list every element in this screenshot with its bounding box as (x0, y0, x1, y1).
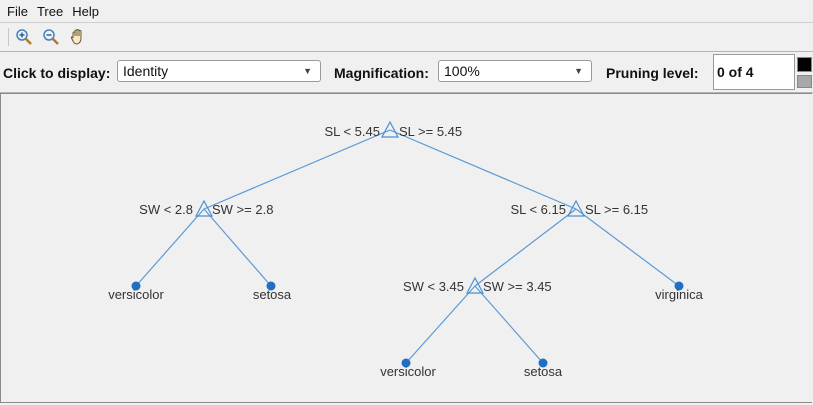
zoom-out-icon (43, 28, 59, 45)
magnification-value: 100% (444, 63, 480, 79)
pruning-label: Pruning level: (606, 65, 699, 81)
display-dropdown[interactable]: Identity ▼ (117, 60, 321, 82)
rule-label: SL >= 5.45 (399, 124, 462, 139)
pan-hand-icon (70, 28, 82, 45)
menu-tree[interactable]: Tree (34, 4, 66, 19)
toolbar (0, 23, 813, 50)
display-label: Click to display: (3, 65, 111, 81)
display-value: Identity (123, 63, 169, 79)
zoom-in-icon (16, 28, 32, 45)
control-panel: Click to display: Identity ▼ Magnificati… (0, 51, 813, 93)
menu-file[interactable]: File (4, 4, 31, 19)
leaf-label: versicolor (380, 364, 436, 379)
toolbar-grip (8, 27, 9, 46)
magnification-label: Magnification: (334, 65, 429, 81)
magnification-dropdown[interactable]: 100% ▼ (438, 60, 592, 82)
leaf-label: versicolor (108, 287, 164, 302)
leaf-label: virginica (655, 287, 703, 302)
decision-tree: SL < 5.45 SL >= 5.45 SW < 2.8 SW >= 2.8 … (108, 120, 704, 379)
edge (474, 285, 544, 364)
edge (203, 208, 272, 287)
pan-button[interactable] (67, 26, 89, 48)
tree-canvas[interactable]: SL < 5.45 SL >= 5.45 SW < 2.8 SW >= 2.8 … (0, 93, 812, 403)
edge (575, 208, 680, 287)
leaf-label: setosa (524, 364, 563, 379)
edge (389, 129, 577, 210)
edge (203, 129, 391, 210)
rule-label: SL < 5.45 (324, 124, 380, 139)
zoom-out-button[interactable] (40, 26, 62, 48)
edge (135, 208, 205, 287)
rule-label: SW >= 3.45 (483, 279, 552, 294)
rule-label: SL < 6.15 (510, 202, 566, 217)
tree-edges (135, 129, 680, 364)
pruning-increase-button[interactable] (797, 57, 812, 72)
rule-label: SW < 3.45 (403, 279, 464, 294)
rule-label: SW >= 2.8 (212, 202, 273, 217)
pruning-field[interactable]: 0 of 4 (713, 54, 795, 90)
leaf-label: setosa (253, 287, 292, 302)
split-node-triangle[interactable] (381, 120, 399, 138)
menu-help[interactable]: Help (69, 4, 102, 19)
edge (405, 285, 476, 364)
menu-bar: File Tree Help (0, 0, 813, 22)
zoom-in-button[interactable] (13, 26, 35, 48)
chevron-down-icon: ▼ (303, 66, 312, 76)
rule-label: SL >= 6.15 (585, 202, 648, 217)
leaf-nodes (131, 281, 684, 368)
edge (474, 208, 577, 287)
pruning-decrease-button[interactable] (797, 75, 812, 88)
chevron-down-icon: ▼ (574, 66, 583, 76)
rule-label: SW < 2.8 (139, 202, 193, 217)
